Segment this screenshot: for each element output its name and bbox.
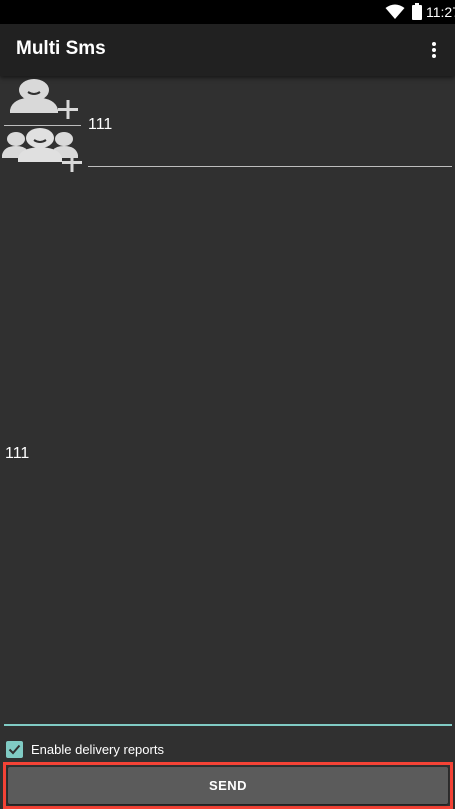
message-body[interactable]: 111 [5,445,29,463]
more-vert-icon[interactable] [420,36,448,64]
add-group-icon [2,128,84,176]
status-time: 11:27 [426,4,455,20]
recipient-number[interactable]: 111 [88,116,112,134]
send-button[interactable]: SEND [8,767,448,804]
app-toolbar: Multi Sms [0,24,455,76]
message-field-underline [4,724,452,726]
battery-icon [412,3,422,25]
check-icon [8,744,21,754]
add-contact-button[interactable] [4,78,80,122]
contact-field-underline [4,125,81,126]
add-group-button[interactable] [2,128,84,172]
add-contact-icon [4,79,80,126]
app-screen: 11:27 Multi Sms 111 [0,0,455,809]
delivery-reports-option[interactable]: Enable delivery reports [6,738,164,760]
status-bar: 11:27 [0,0,455,24]
wifi-icon [385,4,405,25]
app-title: Multi Sms [16,38,106,59]
group-recipient-input[interactable] [88,138,452,167]
delivery-reports-label: Enable delivery reports [31,741,164,757]
delivery-reports-checkbox[interactable] [6,740,23,758]
